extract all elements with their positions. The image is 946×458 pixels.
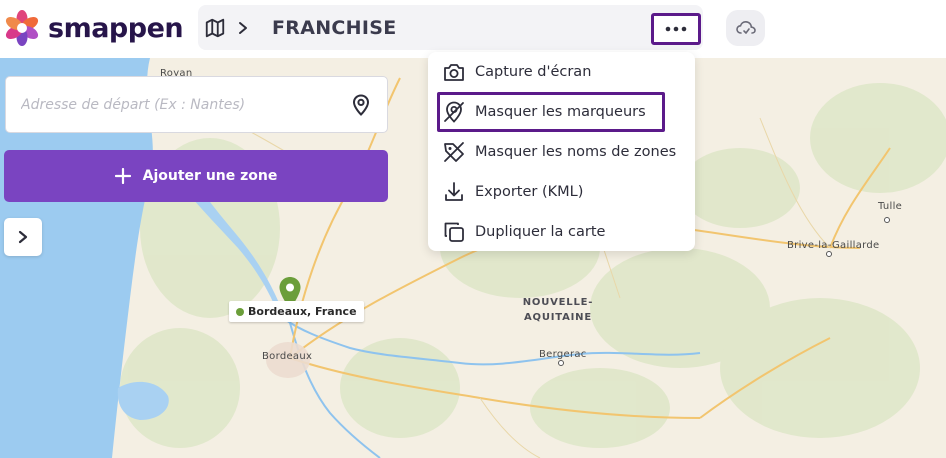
- region-line-1: NOUVELLE-: [522, 297, 594, 308]
- map-label-tulle: Tulle: [878, 201, 903, 212]
- download-icon: [445, 182, 463, 201]
- map-label-bordeaux: Bordeaux: [262, 351, 313, 362]
- place-tag[interactable]: Bordeaux, France: [229, 301, 364, 322]
- map-label-bergerac: Bergerac: [539, 349, 587, 360]
- menu-item-hide-markers[interactable]: Masquer les marqueurs: [437, 92, 665, 132]
- menu-item-label: Masquer les noms de zones: [475, 144, 677, 160]
- city-dot-tulle: [884, 217, 890, 223]
- brand-logo[interactable]: smappen: [4, 10, 184, 46]
- city-dot-brive: [826, 251, 832, 257]
- camera-icon: [444, 64, 464, 81]
- place-label: Bordeaux, France: [248, 305, 357, 318]
- more-horizontal-icon: [665, 26, 687, 32]
- menu-item-export-kml[interactable]: Exporter (KML): [428, 172, 695, 212]
- menu-item-duplicate-map[interactable]: Dupliquer la carte: [428, 212, 695, 252]
- menu-item-screenshot[interactable]: Capture d'écran: [428, 52, 695, 92]
- menu-item-label: Dupliquer la carte: [475, 224, 606, 240]
- place-dot: [236, 307, 244, 316]
- more-options-button[interactable]: [651, 13, 701, 45]
- brand-name: smappen: [48, 12, 184, 44]
- map-icon[interactable]: [204, 17, 226, 39]
- add-zone-button[interactable]: Ajouter une zone: [4, 150, 388, 202]
- location-marker-icon[interactable]: [351, 94, 371, 116]
- copy-icon: [444, 222, 464, 242]
- options-menu: Capture d'écran Masquer les marqueurs Ma…: [428, 52, 695, 251]
- menu-item-label: Masquer les marqueurs: [475, 104, 646, 120]
- start-address-input[interactable]: [21, 77, 341, 132]
- region-line-2: AQUITAINE: [524, 312, 592, 323]
- marker-off-icon: [444, 101, 464, 123]
- menu-item-hide-zone-names[interactable]: Masquer les noms de zones: [428, 132, 695, 172]
- cloud-sync-icon: [735, 20, 756, 34]
- chevron-right-icon: [239, 21, 247, 34]
- smappen-logo-icon: [5, 10, 39, 46]
- search-box: [5, 76, 388, 133]
- breadcrumb: FRANCHISE: [198, 5, 703, 50]
- add-zone-label: Ajouter une zone: [142, 168, 278, 184]
- plus-icon: [114, 168, 131, 184]
- city-dot-bergerac: [558, 360, 564, 366]
- map-region-label: NOUVELLE- AQUITAINE: [518, 295, 598, 325]
- expand-panel-button[interactable]: [4, 218, 42, 256]
- top-header: smappen FRANCHISE: [0, 0, 946, 58]
- cloud-sync-button[interactable]: [726, 10, 765, 46]
- page-title[interactable]: FRANCHISE: [272, 17, 397, 39]
- map-label-brive: Brive-la-Gaillarde: [787, 240, 880, 251]
- menu-item-label: Exporter (KML): [475, 184, 584, 200]
- menu-item-label: Capture d'écran: [475, 64, 592, 80]
- chevron-right-icon: [18, 230, 28, 244]
- tag-off-icon: [444, 142, 464, 162]
